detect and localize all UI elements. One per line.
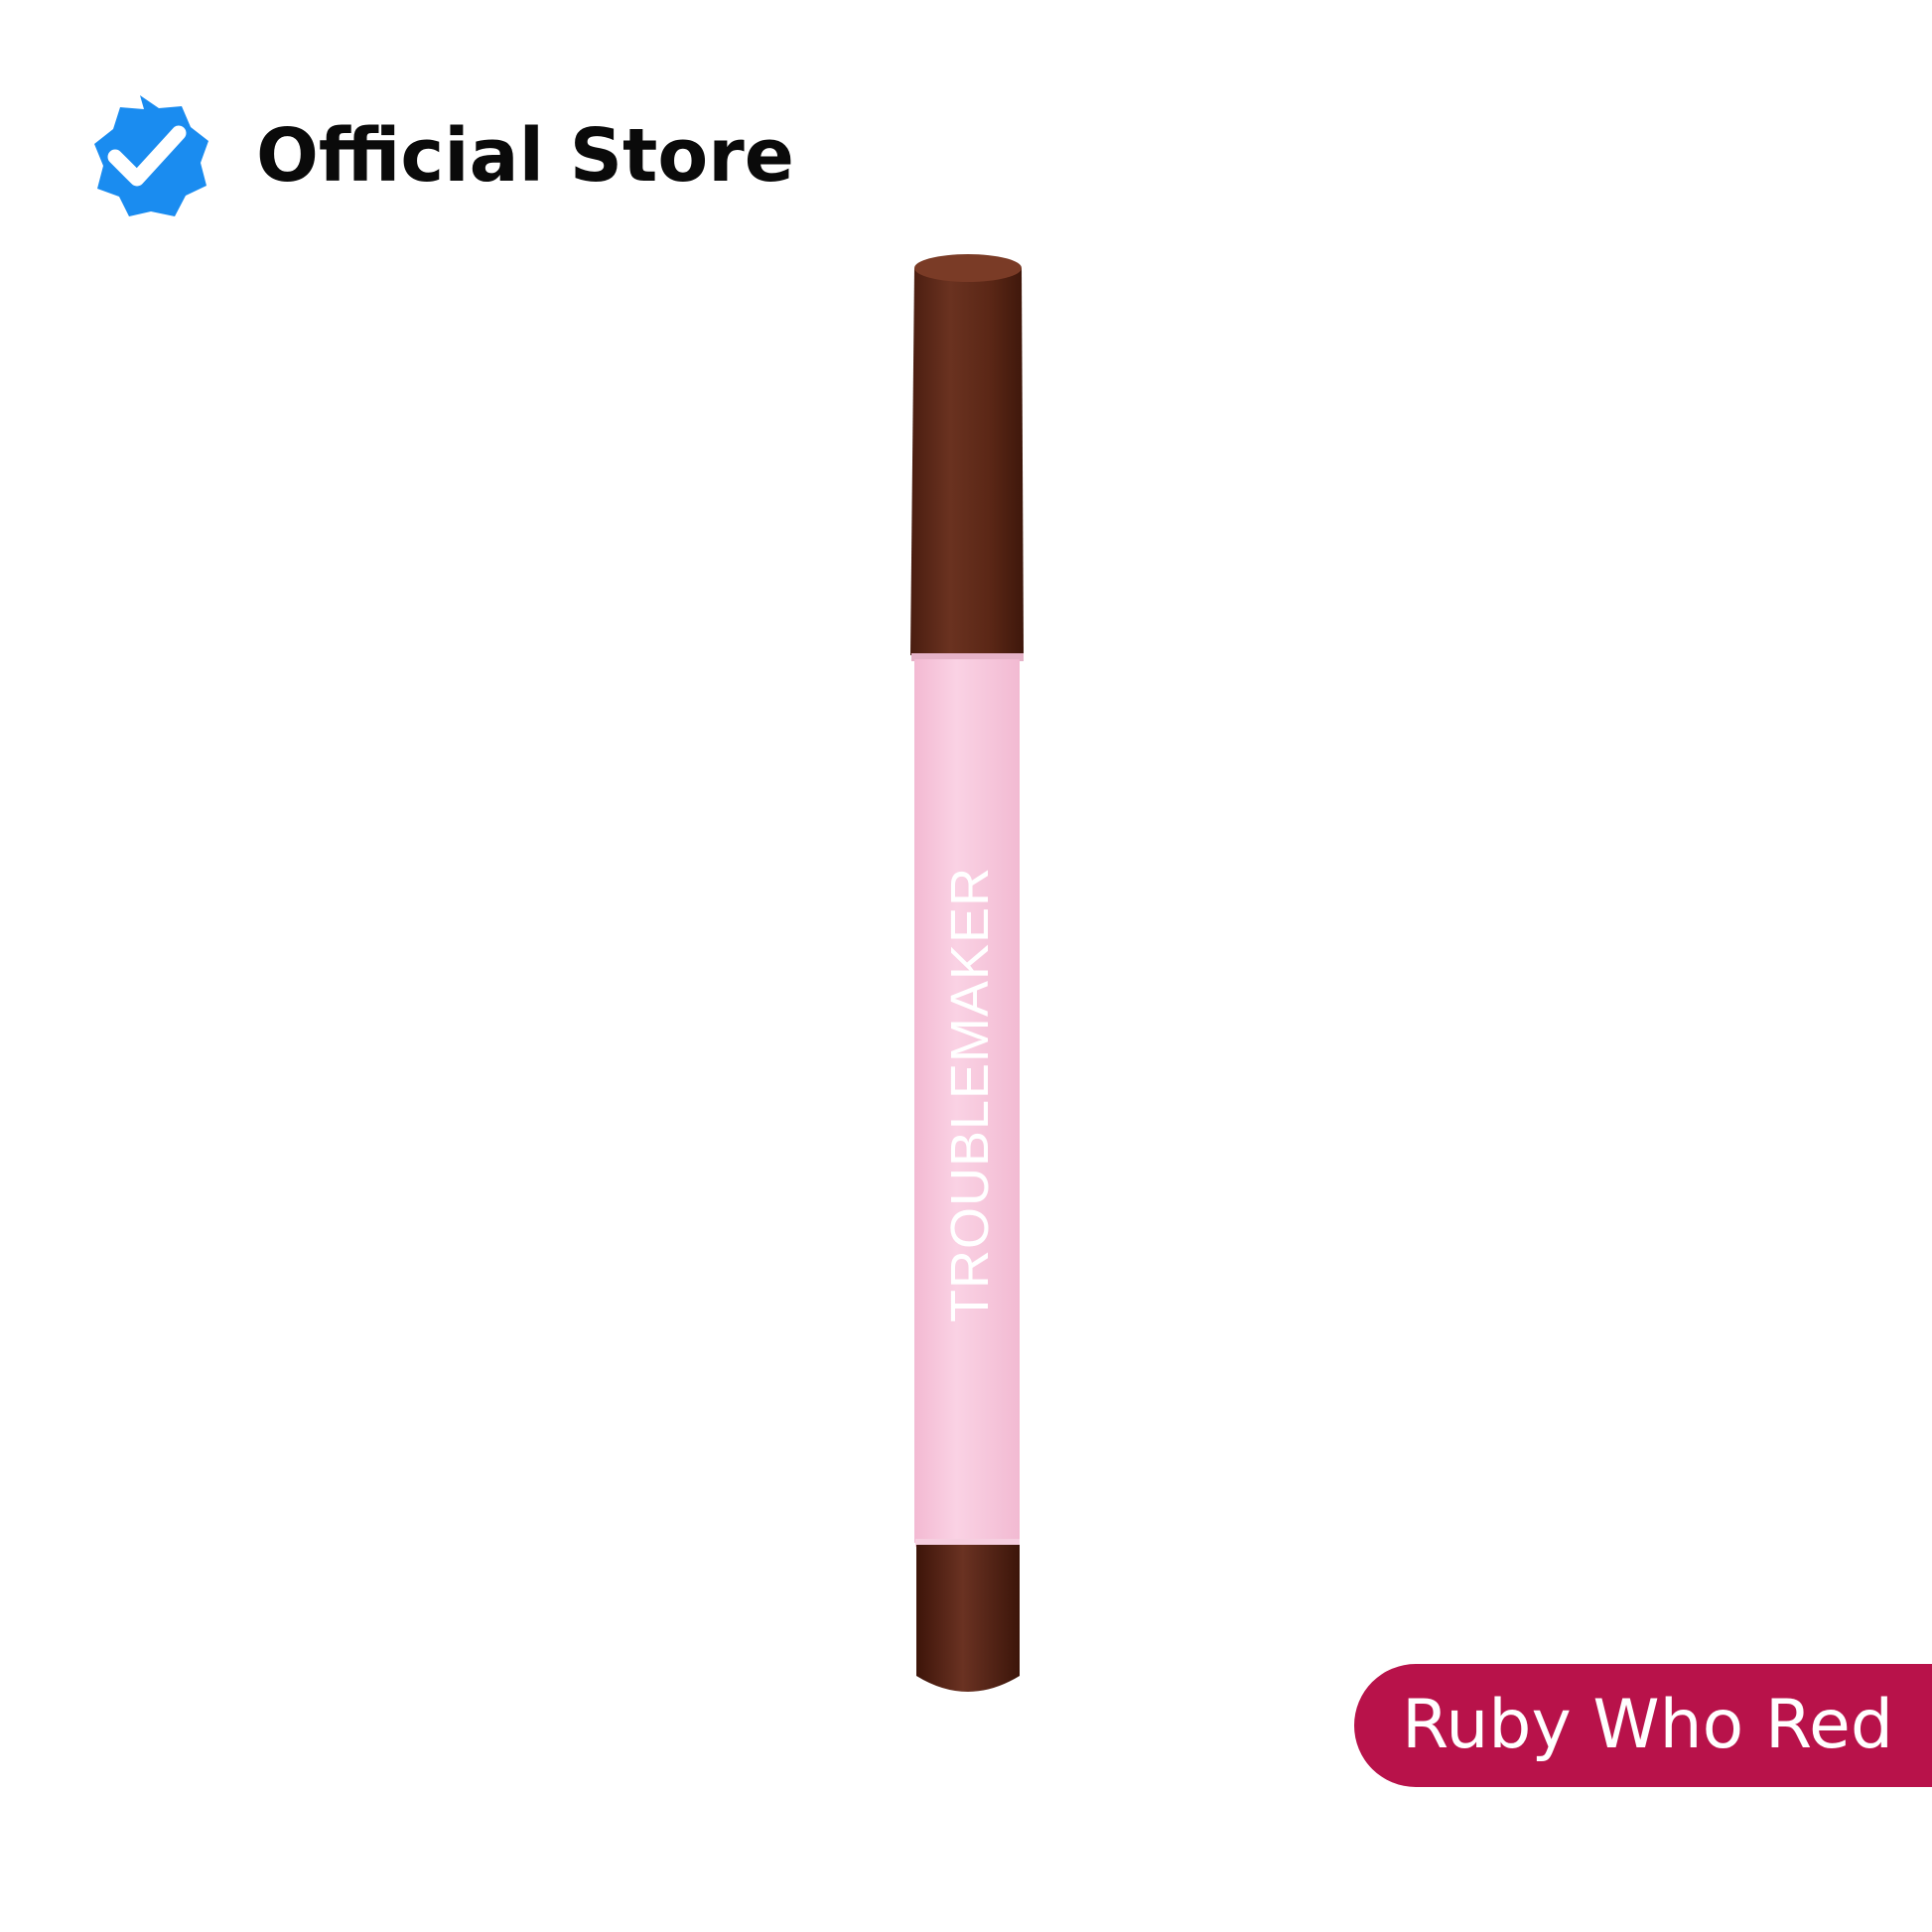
official-store-label: Official Store [256,113,794,199]
pencil-cap [910,256,1024,655]
official-store-badge: Official Store [77,91,794,220]
product-image: Official Store TROUBLEMAKER Ruby Who Red [0,0,1932,1932]
pencil-tip [916,1545,1020,1692]
verified-check-icon [94,95,208,216]
shade-name-label: Ruby Who Red [1402,1686,1894,1764]
lip-liner-pencil: TROUBLEMAKER [908,248,1028,1708]
brand-text: TROUBLEMAKER [940,867,1000,1322]
